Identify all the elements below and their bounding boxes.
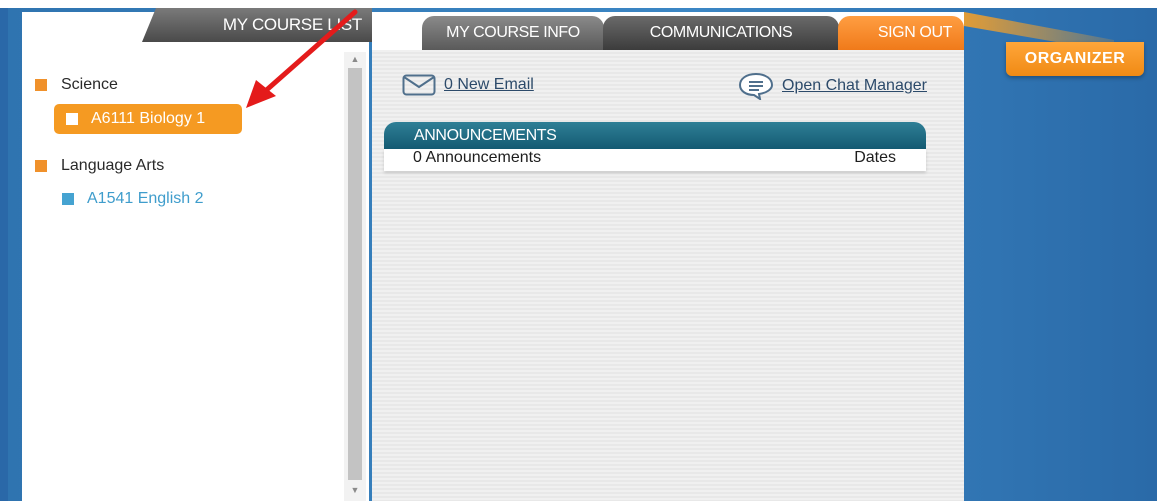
sign-out-label: SIGN OUT	[877, 24, 953, 41]
sign-out-button[interactable]: SIGN OUT	[838, 16, 964, 50]
announcements-count: 0 Announcements	[413, 149, 542, 166]
chat-bubble-icon	[738, 72, 774, 100]
open-chat-manager-label: Open Chat Manager	[782, 77, 927, 94]
tab-my-course-list-label: MY COURSE LIST	[222, 15, 362, 34]
course-group-science: Science	[35, 76, 118, 94]
course-group-label: Science	[61, 76, 118, 93]
course-group-language-arts: Language Arts	[35, 157, 164, 175]
scroll-down-arrow-icon[interactable]: ▼	[344, 485, 366, 499]
group-bullet-icon	[35, 79, 47, 91]
course-bullet-icon	[62, 193, 74, 205]
scroll-thumb[interactable]	[348, 68, 362, 480]
organizer-label: ORGANIZER	[1024, 50, 1126, 67]
tab-my-course-list[interactable]: MY COURSE LIST	[142, 8, 372, 42]
announcements-dates-header: Dates	[854, 149, 896, 166]
left-edge	[0, 8, 8, 501]
course-item-english[interactable]: A1541 English 2	[62, 190, 204, 208]
announcements-header: ANNOUNCEMENTS	[384, 122, 926, 149]
course-item-biology[interactable]: A6111 Biology 1	[54, 104, 242, 134]
tab-communications[interactable]: COMMUNICATIONS	[603, 16, 839, 50]
group-bullet-icon	[35, 160, 47, 172]
course-info-panel	[372, 50, 964, 501]
course-bullet-icon	[66, 113, 78, 125]
tab-communications-label: COMMUNICATIONS	[649, 24, 793, 41]
organizer-button[interactable]: ORGANIZER	[1006, 42, 1144, 76]
announcements-box: ANNOUNCEMENTS 0 Announcements Dates	[384, 122, 926, 174]
new-email-link[interactable]: 0 New Email	[402, 74, 534, 96]
envelope-icon	[402, 74, 436, 96]
tab-my-course-info-label: MY COURSE INFO	[446, 24, 580, 41]
course-item-label: A6111 Biology 1	[91, 110, 206, 127]
top-frame	[0, 0, 1157, 8]
announcements-row: 0 Announcements Dates	[384, 149, 926, 171]
scroll-up-arrow-icon[interactable]: ▲	[344, 54, 366, 68]
announcements-title: ANNOUNCEMENTS	[414, 126, 557, 144]
tab-my-course-info[interactable]: MY COURSE INFO	[422, 16, 604, 50]
course-group-label: Language Arts	[61, 157, 165, 174]
course-list-scrollbar[interactable]: ▲ ▼	[344, 52, 366, 501]
open-chat-manager-link[interactable]: Open Chat Manager	[738, 72, 927, 100]
new-email-label: 0 New Email	[444, 76, 534, 93]
course-item-label: A1541 English 2	[87, 190, 204, 207]
